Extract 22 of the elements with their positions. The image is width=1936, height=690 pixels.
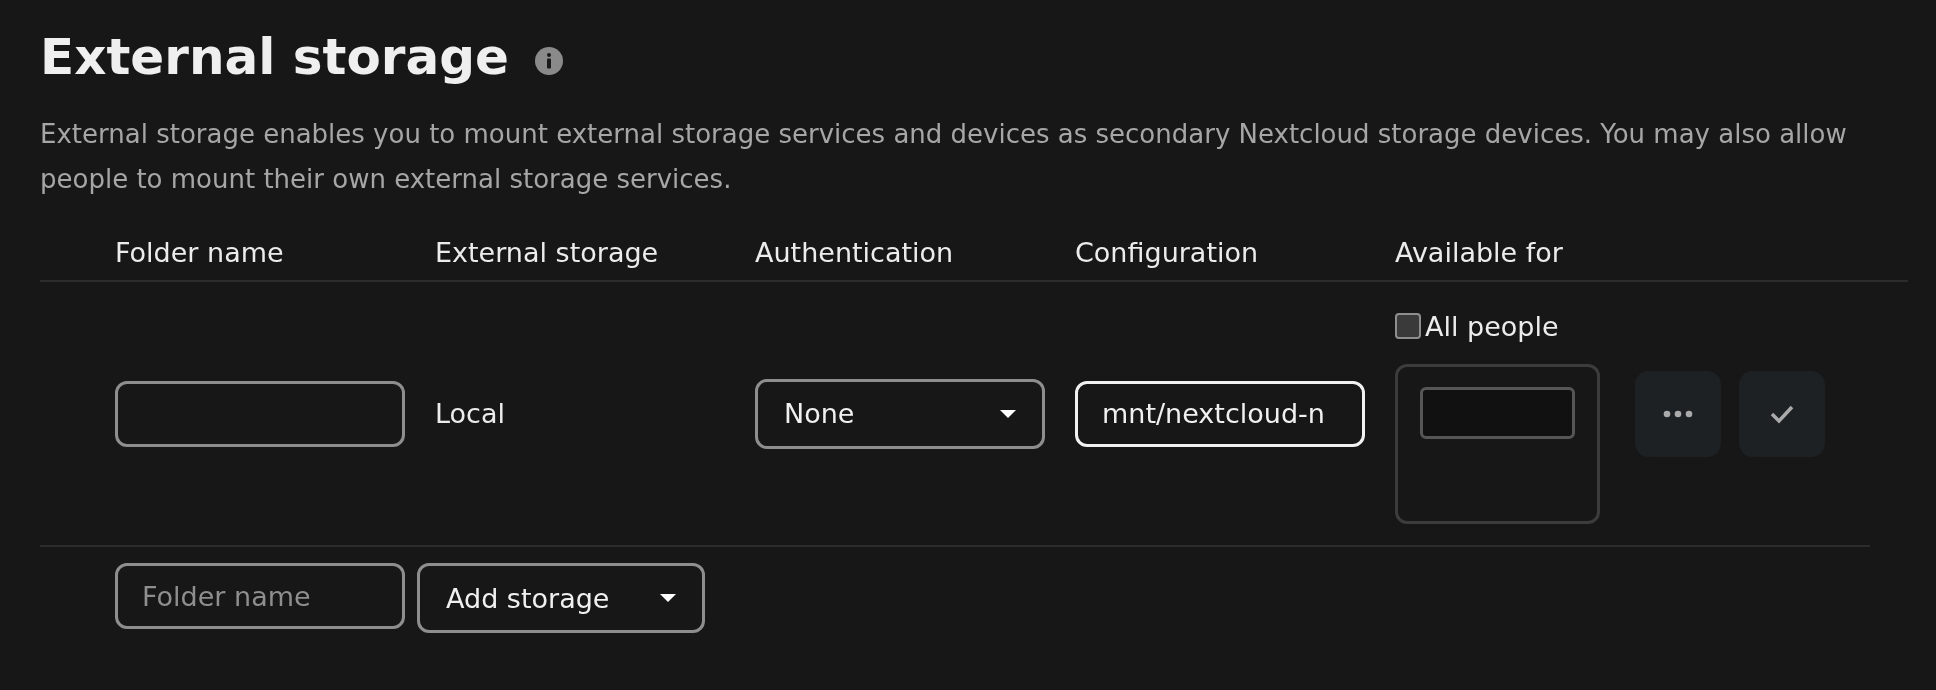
column-header: Authentication — [755, 236, 955, 268]
column-header: Available for — [1395, 236, 1564, 268]
more-icon — [1663, 409, 1693, 418]
description-text: External storage enables you to mount external storage services and devices as secondary Nextcloud storage devices. You may also allow people to mount their own external storage services. — [40, 118, 1848, 196]
folder-name-field[interactable] — [115, 380, 405, 447]
configuration-field[interactable]: mnt/nextcloud-n — [1075, 380, 1365, 447]
column-header: Folder name — [115, 236, 285, 268]
group-search-field[interactable] — [1420, 387, 1575, 439]
group-select-box[interactable] — [1395, 364, 1600, 524]
storage-type-text: Local — [435, 398, 505, 429]
all-people-checkbox[interactable] — [1395, 313, 1421, 339]
add-storage-dropdown[interactable]: Add storage — [417, 563, 705, 633]
info-icon[interactable] — [534, 47, 563, 75]
checkbox-label: All people — [1425, 310, 1559, 342]
authentication-dropdown[interactable]: None — [755, 378, 1045, 449]
checkmark-icon — [1770, 403, 1794, 424]
column-header: External storage — [435, 236, 660, 268]
page-title: External storage — [40, 28, 509, 86]
column-header: Configuration — [1075, 236, 1260, 268]
caret-icon — [1000, 409, 1016, 418]
caret-icon — [660, 594, 676, 602]
folder-name-field[interactable]: Folder name — [115, 563, 405, 629]
